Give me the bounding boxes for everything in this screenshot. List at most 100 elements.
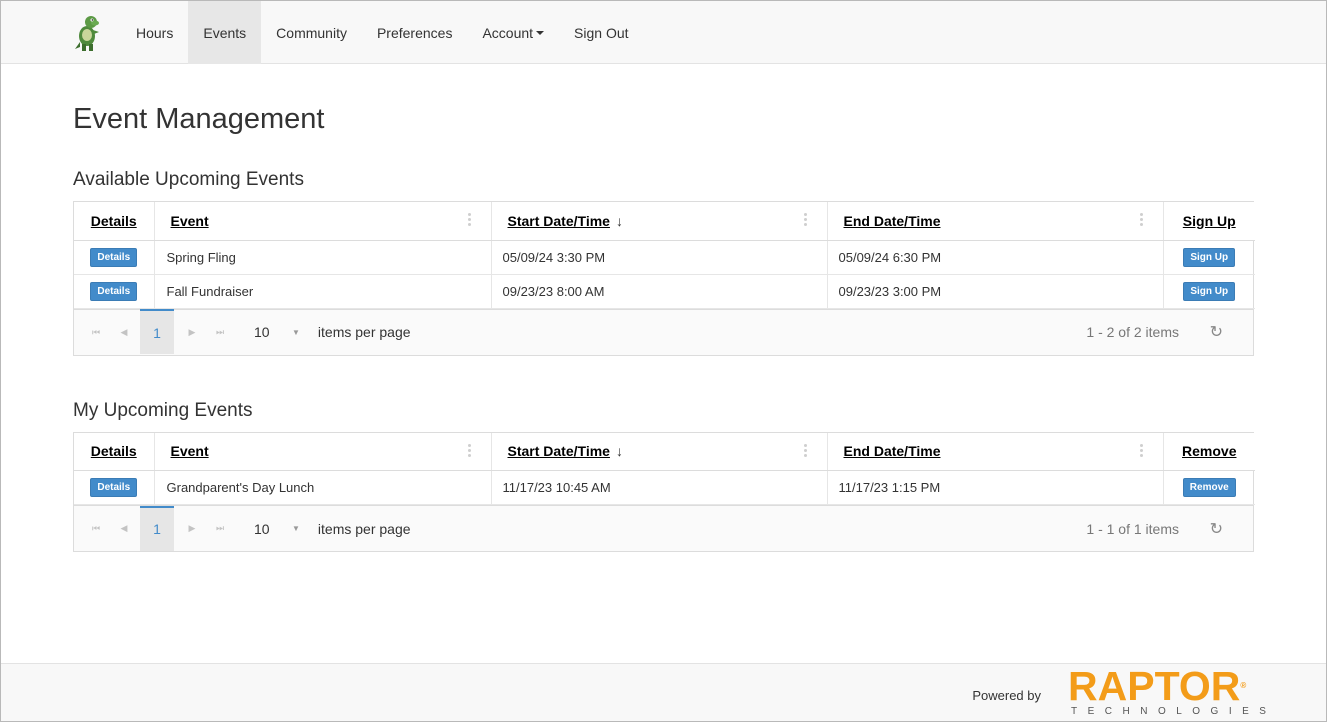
nav-account-dropdown[interactable]: Account bbox=[467, 1, 559, 64]
start-date-cell: 05/09/24 3:30 PM bbox=[491, 240, 828, 275]
table-row: Details Fall Fundraiser 09/23/23 8:00 AM… bbox=[74, 274, 1255, 309]
sign-up-button[interactable]: Sign Up bbox=[1183, 281, 1236, 301]
column-menu-icon[interactable] bbox=[467, 443, 472, 459]
top-navbar: Hours Events Community Preferences Accou… bbox=[1, 1, 1326, 64]
refresh-icon[interactable]: ↻ bbox=[1210, 519, 1223, 539]
items-per-page-label: items per page bbox=[317, 520, 411, 537]
details-cell: Details bbox=[74, 240, 155, 275]
brand-subtitle: TECHNOLOGIES bbox=[1071, 706, 1277, 717]
current-page-button[interactable]: 1 bbox=[140, 505, 174, 551]
nav-hours[interactable]: Hours bbox=[121, 1, 188, 64]
col-header-end[interactable]: End Date/Time bbox=[827, 202, 1164, 241]
page-size-value: 10 bbox=[254, 324, 270, 340]
col-header-details-label[interactable]: Details bbox=[91, 443, 137, 459]
col-header-end-label[interactable]: End Date/Time bbox=[844, 443, 941, 459]
col-header-event[interactable]: Event bbox=[154, 432, 492, 471]
col-header-details[interactable]: Details bbox=[74, 432, 155, 471]
nav-sign-out[interactable]: Sign Out bbox=[559, 1, 643, 64]
brand-name: RAPTOR bbox=[1068, 663, 1241, 709]
last-page-icon[interactable]: ⏭ bbox=[206, 327, 234, 338]
remove-cell: Remove bbox=[1163, 470, 1255, 505]
remove-button[interactable]: Remove bbox=[1182, 478, 1236, 497]
col-header-start[interactable]: Start Date/Time ↓ bbox=[491, 202, 828, 241]
nav-hours-label: Hours bbox=[136, 24, 174, 41]
details-cell: Details bbox=[74, 274, 155, 309]
table-row: Details Grandparent's Day Lunch 11/17/23… bbox=[74, 470, 1255, 505]
nav-events[interactable]: Events bbox=[188, 1, 262, 64]
pager: ⏮ ◀ 1 ▶ ⏭ 10 ▼ items per page 1 - 2 of 2 … bbox=[74, 308, 1253, 355]
nav-account-label: Account bbox=[482, 24, 534, 41]
first-page-icon[interactable]: ⏮ bbox=[82, 523, 110, 534]
event-name-cell: Spring Fling bbox=[154, 240, 492, 275]
dropdown-arrow-icon: ▼ bbox=[292, 524, 300, 533]
sort-descending-icon: ↓ bbox=[615, 443, 623, 460]
col-header-event-label[interactable]: Event bbox=[171, 213, 209, 229]
page-size-select[interactable]: 10 ▼ bbox=[254, 324, 300, 340]
column-menu-icon[interactable] bbox=[803, 213, 808, 228]
event-name-cell: Grandparent's Day Lunch bbox=[154, 470, 492, 505]
sort-descending-icon: ↓ bbox=[615, 212, 623, 229]
col-header-start-label[interactable]: Start Date/Time bbox=[508, 213, 610, 229]
page-title: Event Management bbox=[73, 103, 325, 135]
col-header-start[interactable]: Start Date/Time ↓ bbox=[491, 432, 828, 471]
nav-community[interactable]: Community bbox=[261, 1, 362, 64]
last-page-icon[interactable]: ⏭ bbox=[206, 523, 234, 534]
col-header-sign-up[interactable]: Sign Up bbox=[1163, 202, 1255, 241]
next-page-icon[interactable]: ▶ bbox=[178, 327, 206, 338]
current-page-button[interactable]: 1 bbox=[140, 309, 174, 354]
table-row: Details Spring Fling 05/09/24 3:30 PM 05… bbox=[74, 240, 1255, 275]
prev-page-icon[interactable]: ◀ bbox=[110, 327, 138, 338]
my-events-grid: Details Event Start Date/Time ↓ End Date/… bbox=[73, 431, 1255, 552]
column-menu-icon[interactable] bbox=[1139, 443, 1144, 459]
start-date-cell: 09/23/23 8:00 AM bbox=[491, 274, 828, 309]
available-events-title: Available Upcoming Events bbox=[73, 169, 304, 190]
raptor-logo: RAPTOR® TECHNOLOGIES bbox=[1068, 666, 1277, 718]
prev-page-icon[interactable]: ◀ bbox=[110, 523, 138, 534]
col-header-details-label[interactable]: Details bbox=[91, 213, 137, 229]
pager-info: 1 - 1 of 1 items bbox=[1086, 520, 1179, 537]
powered-by-label: Powered by bbox=[972, 688, 1041, 703]
next-page-icon[interactable]: ▶ bbox=[178, 523, 206, 534]
registered-mark-icon: ® bbox=[1240, 681, 1247, 690]
nav-preferences[interactable]: Preferences bbox=[362, 1, 467, 64]
col-header-event-label[interactable]: Event bbox=[171, 443, 209, 459]
col-header-end-label[interactable]: End Date/Time bbox=[844, 213, 941, 229]
col-header-remove[interactable]: Remove bbox=[1163, 432, 1255, 471]
col-header-sign-up-label[interactable]: Sign Up bbox=[1183, 213, 1236, 229]
main-content: Event Management Available Upcoming Even… bbox=[1, 102, 1326, 552]
end-date-cell: 09/23/23 3:00 PM bbox=[827, 274, 1164, 309]
start-date-cell: 11/17/23 10:45 AM bbox=[491, 470, 828, 505]
column-menu-icon[interactable] bbox=[803, 443, 808, 459]
column-menu-icon[interactable] bbox=[467, 213, 472, 228]
event-name-cell: Fall Fundraiser bbox=[154, 274, 492, 309]
col-header-remove-label[interactable]: Remove bbox=[1182, 443, 1236, 459]
chevron-down-icon bbox=[536, 30, 545, 35]
pager-info: 1 - 2 of 2 items bbox=[1086, 324, 1179, 340]
footer: Powered by RAPTOR® TECHNOLOGIES bbox=[1, 663, 1326, 721]
page-size-value: 10 bbox=[254, 520, 270, 537]
nav-events-label: Events bbox=[203, 24, 247, 41]
details-button[interactable]: Details bbox=[90, 247, 138, 267]
details-button[interactable]: Details bbox=[90, 478, 138, 497]
end-date-cell: 05/09/24 6:30 PM bbox=[827, 240, 1164, 275]
dropdown-arrow-icon: ▼ bbox=[292, 327, 300, 337]
refresh-icon[interactable]: ↻ bbox=[1210, 322, 1223, 342]
col-header-end[interactable]: End Date/Time bbox=[827, 432, 1164, 471]
col-header-start-label[interactable]: Start Date/Time bbox=[508, 443, 610, 459]
details-button[interactable]: Details bbox=[90, 281, 138, 301]
page-size-select[interactable]: 10 ▼ bbox=[254, 521, 300, 537]
logo-dinosaur-icon[interactable] bbox=[67, 1, 107, 64]
end-date-cell: 11/17/23 1:15 PM bbox=[827, 470, 1164, 505]
column-menu-icon[interactable] bbox=[1139, 213, 1144, 228]
col-header-event[interactable]: Event bbox=[154, 202, 492, 241]
sign-up-cell: Sign Up bbox=[1163, 274, 1255, 309]
nav-community-label: Community bbox=[276, 24, 347, 41]
my-events-title: My Upcoming Events bbox=[73, 399, 253, 421]
col-header-details[interactable]: Details bbox=[74, 202, 155, 241]
header-row: Details Event Start Date/Time ↓ End Date/… bbox=[74, 202, 1255, 241]
pager: ⏮ ◀ 1 ▶ ⏭ 10 ▼ items per page 1 - 1 of 1 … bbox=[74, 505, 1253, 551]
items-per-page-label: items per page bbox=[317, 324, 411, 340]
sign-up-cell: Sign Up bbox=[1163, 240, 1255, 275]
sign-up-button[interactable]: Sign Up bbox=[1183, 247, 1236, 267]
first-page-icon[interactable]: ⏮ bbox=[82, 327, 110, 338]
